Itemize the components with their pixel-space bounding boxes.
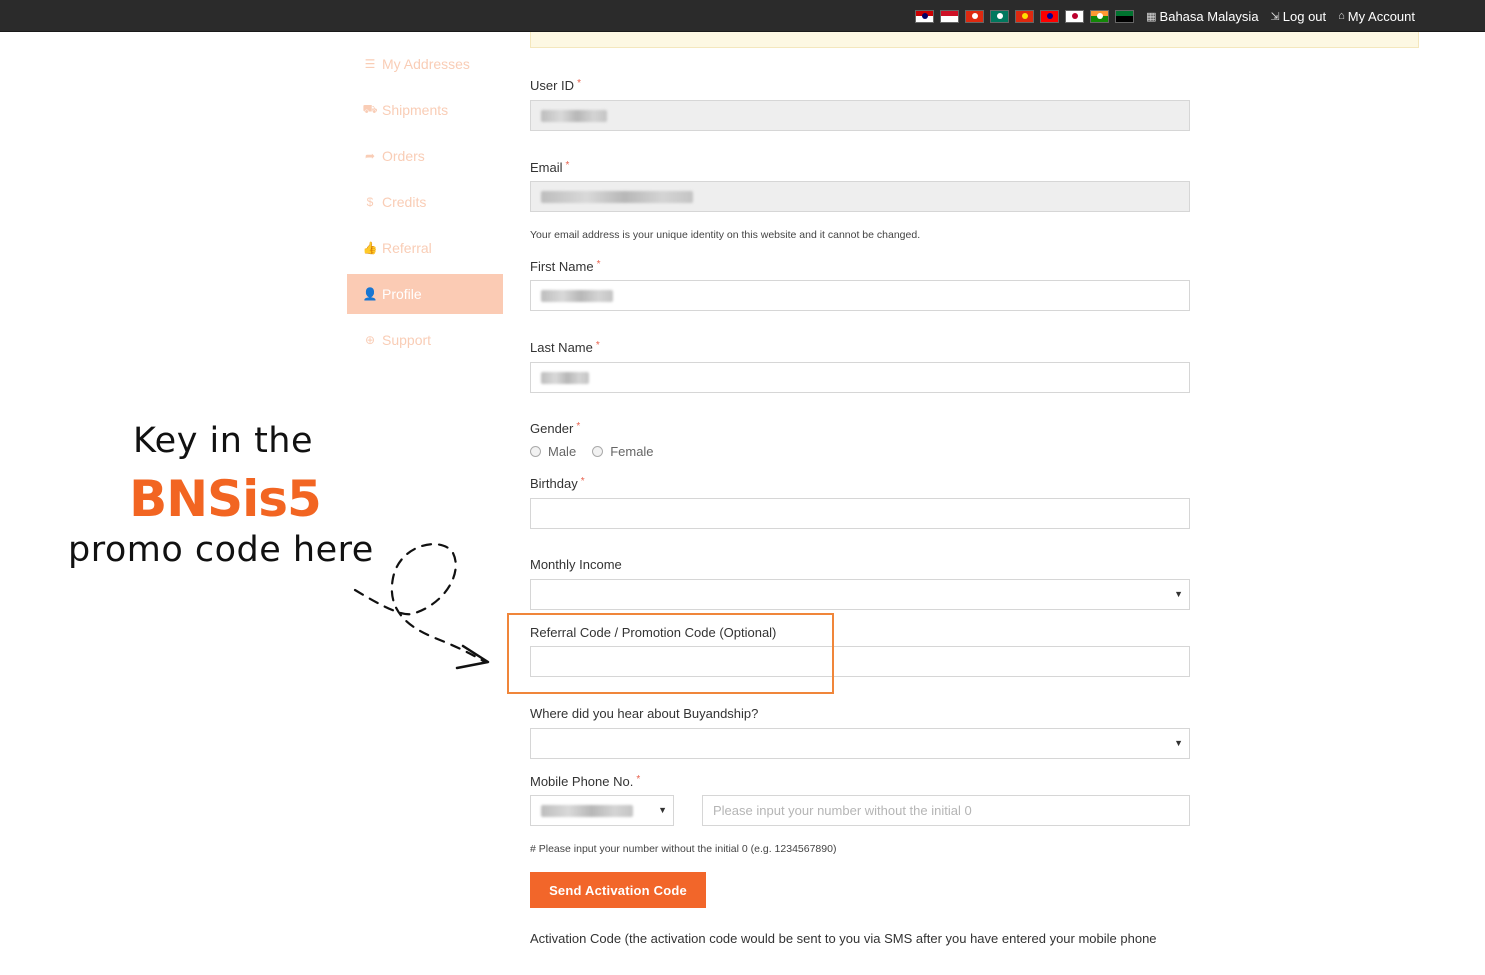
user-icon: 👤 bbox=[362, 287, 378, 301]
referral-highlight-box bbox=[507, 613, 834, 694]
gender-label: Gender * bbox=[530, 421, 581, 436]
hear-about-select[interactable]: ▼ bbox=[530, 728, 1190, 759]
top-bar-right: ▦ Bahasa Malaysia ⇲ Log out ⌂ My Account bbox=[915, 0, 1415, 32]
indonesia-flag-icon[interactable] bbox=[940, 9, 960, 23]
logout-icon: ⇲ bbox=[1270, 10, 1280, 23]
redacted-value bbox=[541, 289, 613, 302]
annotation-line-3: promo code here bbox=[68, 530, 374, 570]
home-icon: ⌂ bbox=[1338, 10, 1345, 22]
chevron-down-icon: ▼ bbox=[658, 805, 667, 815]
chevron-down-icon: ▼ bbox=[1174, 738, 1183, 748]
sidebar-item-label: Shipments bbox=[382, 102, 449, 118]
notice-banner bbox=[530, 32, 1419, 48]
mobile-help-text: # Please input your number without the i… bbox=[530, 843, 837, 855]
chevron-down-icon: ▼ bbox=[1174, 589, 1183, 599]
sidebar-item-label: Profile bbox=[382, 286, 422, 302]
redacted-value bbox=[541, 371, 589, 384]
list-icon: ☰ bbox=[364, 57, 376, 71]
mobile-placeholder: Please input your number without the ini… bbox=[713, 803, 972, 818]
top-navigation-bar: ▦ Bahasa Malaysia ⇲ Log out ⌂ My Account bbox=[0, 0, 1485, 32]
gender-options: Male Female bbox=[530, 444, 654, 459]
sidebar-item-label: Referral bbox=[382, 240, 432, 256]
email-field bbox=[530, 181, 1190, 212]
uae-flag-icon[interactable] bbox=[1115, 9, 1135, 23]
redacted-value bbox=[541, 190, 693, 203]
my-account-link[interactable]: ⌂ My Account bbox=[1338, 9, 1415, 24]
india-flag-icon[interactable] bbox=[1090, 9, 1110, 23]
redacted-value bbox=[541, 804, 633, 817]
hongkong-flag-icon[interactable] bbox=[965, 9, 985, 23]
sidebar-item-label: My Addresses bbox=[382, 56, 470, 72]
gender-male-label: Male bbox=[548, 444, 577, 459]
last-name-label: Last Name * bbox=[530, 340, 600, 355]
email-label: Email * bbox=[530, 160, 570, 175]
annotation-promo-code: BNSis5 bbox=[129, 470, 322, 528]
dashed-arrow-icon bbox=[353, 543, 490, 670]
gender-female-label: Female bbox=[610, 444, 654, 459]
dollar-icon: $ bbox=[366, 195, 374, 209]
birthday-input[interactable] bbox=[530, 498, 1190, 529]
email-help-text: Your email address is your unique identi… bbox=[530, 229, 921, 241]
sidebar-item-orders[interactable]: ➦ Orders bbox=[347, 136, 503, 176]
china-flag-icon[interactable] bbox=[1015, 9, 1035, 23]
sidebar-item-support[interactable]: ⊕ Support bbox=[347, 320, 503, 360]
sidebar-item-shipments[interactable]: ⛟ Shipments bbox=[347, 90, 503, 130]
sidebar-item-profile[interactable]: 👤 Profile bbox=[347, 274, 503, 314]
my-account-label: My Account bbox=[1347, 8, 1415, 24]
language-link[interactable]: ▦ Bahasa Malaysia bbox=[1146, 9, 1258, 24]
send-activation-code-button[interactable]: Send Activation Code bbox=[530, 872, 706, 908]
account-sidebar: ☰ My Addresses ⛟ Shipments ➦ Orders $ Credits 👍 R… bbox=[347, 44, 503, 366]
last-name-input[interactable] bbox=[530, 362, 1190, 393]
sidebar-item-label: Support bbox=[382, 332, 432, 348]
cart-icon: ⛟ bbox=[362, 102, 378, 116]
user-id-label: User ID * bbox=[530, 78, 581, 93]
monthly-income-label: Monthly Income bbox=[530, 557, 622, 572]
redacted-value bbox=[541, 109, 607, 122]
activation-code-label: Activation Code (the activation code wou… bbox=[530, 931, 1157, 946]
sidebar-item-label: Credits bbox=[382, 194, 427, 210]
japan-flag-icon[interactable] bbox=[1065, 9, 1085, 23]
language-label: Bahasa Malaysia bbox=[1159, 8, 1259, 24]
share-icon: ➦ bbox=[364, 149, 376, 163]
gender-female-radio[interactable] bbox=[592, 446, 604, 457]
annotation-line-1: Key in the bbox=[132, 421, 314, 461]
thumbs-up-icon: 👍 bbox=[362, 241, 378, 255]
sidebar-item-label: Orders bbox=[382, 148, 425, 164]
globe-icon: ▦ bbox=[1146, 10, 1157, 23]
logout-label: Log out bbox=[1282, 8, 1327, 24]
sidebar-item-credits[interactable]: $ Credits bbox=[347, 182, 503, 222]
user-id-field bbox=[530, 100, 1190, 131]
first-name-input[interactable] bbox=[530, 280, 1190, 311]
malaysia-flag-icon[interactable] bbox=[915, 9, 935, 23]
country-code-select[interactable]: ▼ bbox=[530, 795, 674, 826]
sidebar-item-referral[interactable]: 👍 Referral bbox=[347, 228, 503, 268]
lifebuoy-icon: ⊕ bbox=[364, 333, 376, 347]
macau-flag-icon[interactable] bbox=[990, 9, 1010, 23]
language-flags bbox=[915, 9, 1135, 23]
sidebar-item-my-addresses[interactable]: ☰ My Addresses bbox=[347, 44, 503, 84]
hear-about-label: Where did you hear about Buyandship? bbox=[530, 706, 759, 721]
first-name-label: First Name * bbox=[530, 259, 601, 274]
monthly-income-select[interactable]: ▼ bbox=[530, 579, 1190, 610]
logout-link[interactable]: ⇲ Log out bbox=[1271, 9, 1327, 24]
gender-male-radio[interactable] bbox=[530, 446, 541, 457]
mobile-number-input[interactable]: Please input your number without the ini… bbox=[702, 795, 1190, 826]
birthday-label: Birthday * bbox=[530, 476, 585, 491]
taiwan-flag-icon[interactable] bbox=[1040, 9, 1060, 23]
mobile-phone-label: Mobile Phone No. * bbox=[530, 774, 641, 789]
